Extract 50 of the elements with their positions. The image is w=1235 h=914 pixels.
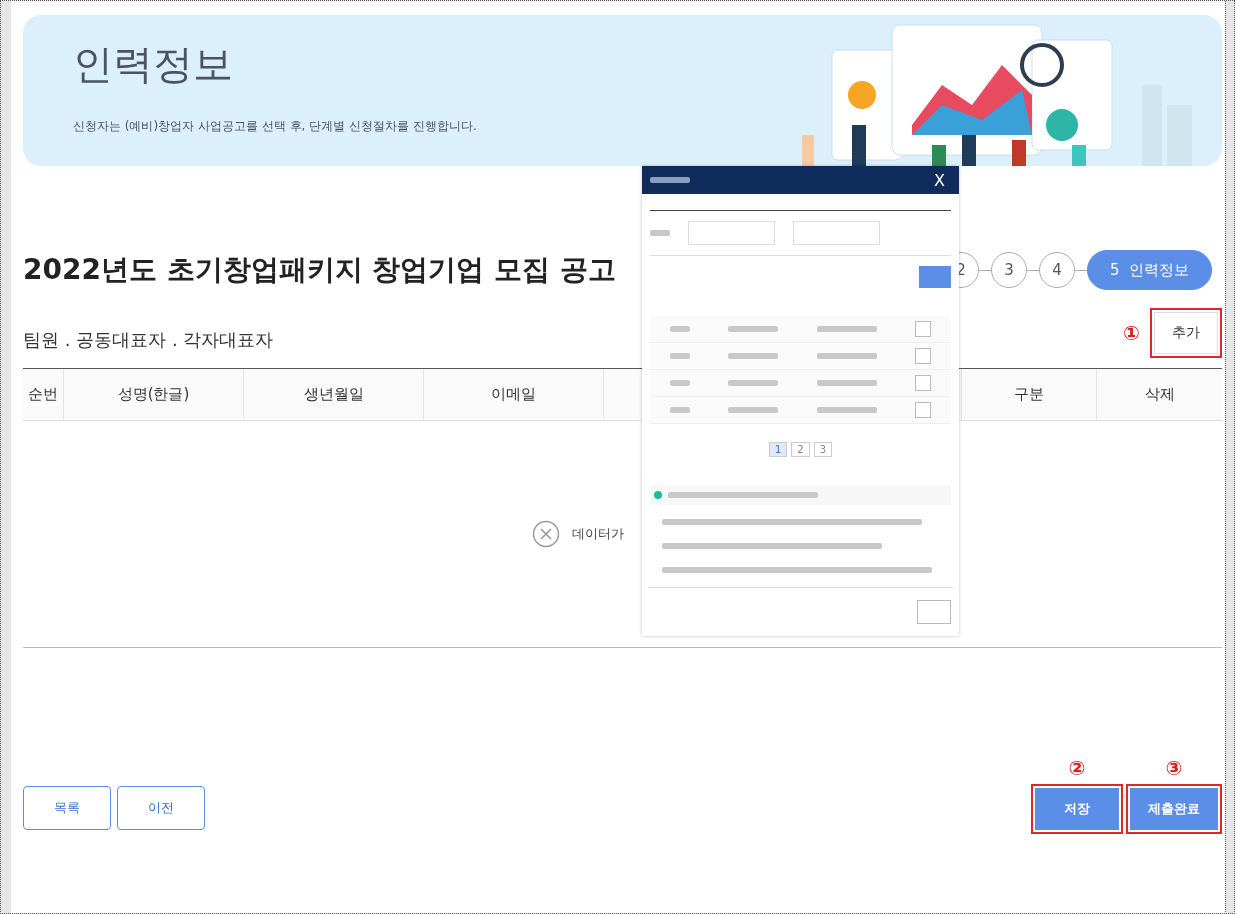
add-button[interactable]: 추가 — [1154, 312, 1218, 354]
step-marker: ① — [1123, 321, 1140, 345]
blurred-text — [816, 407, 877, 413]
empty-message: 데이터가 — [571, 525, 624, 543]
select-button[interactable] — [915, 321, 931, 337]
page-button[interactable]: 1 — [768, 442, 788, 457]
column-header: 성명(한글) — [64, 369, 244, 420]
nav-button[interactable]: 이전 — [117, 786, 205, 830]
blurred-text — [670, 353, 690, 359]
action-button[interactable]: 제출완료 — [1130, 788, 1218, 830]
blurred-title — [650, 177, 690, 183]
action-button[interactable]: 저장 — [1035, 788, 1119, 830]
blurred-text — [670, 380, 690, 386]
blurred-text — [816, 380, 877, 386]
search-button[interactable] — [919, 266, 951, 288]
blurred-text — [728, 380, 779, 386]
step-marker: ② — [1068, 756, 1086, 780]
select-button[interactable] — [915, 402, 931, 418]
input-field[interactable] — [793, 221, 880, 245]
announcement-title: 2022년도 초기창업패키지 창업기업 모집 공고 — [23, 252, 616, 288]
blurred-text — [816, 326, 877, 332]
input-field[interactable] — [688, 221, 775, 245]
select-button[interactable] — [915, 348, 931, 364]
close-circle-icon — [531, 520, 560, 548]
step-indicator: 4 — [1038, 252, 1075, 288]
select-button[interactable] — [915, 375, 931, 391]
blurred-text — [728, 407, 779, 413]
info-icon — [654, 491, 662, 499]
page-button[interactable]: 2 — [791, 442, 810, 457]
page-title: 인력정보 — [73, 40, 234, 89]
column-header: 구분 — [962, 369, 1097, 420]
blurred-label — [650, 230, 670, 236]
section-title: 팀원 . 공동대표자 . 각자대표자 — [23, 328, 274, 352]
blurred-text — [728, 353, 779, 359]
close-button[interactable] — [917, 600, 951, 624]
blurred-text — [670, 407, 690, 413]
nav-button[interactable]: 목록 — [23, 786, 111, 830]
column-header: 이메일 — [424, 369, 604, 420]
column-header: 순번 — [23, 369, 64, 420]
step-indicator: 3 — [990, 252, 1027, 288]
column-header: 삭제 — [1143, 384, 1176, 405]
blurred-text — [728, 326, 779, 332]
close-button[interactable]: X — [928, 169, 951, 191]
step-indicator: 5 인력정보 — [1086, 250, 1212, 290]
step-marker: ③ — [1165, 756, 1183, 780]
column-header: 생년월일 — [244, 369, 424, 420]
blurred-text — [670, 326, 690, 332]
blurred-text — [816, 353, 877, 359]
page-subtitle: 신청자는 (예비)창업자 사업공고를 선택 후, 단계별 신청절차를 진행합니다. — [73, 118, 477, 135]
page-button[interactable]: 3 — [813, 442, 833, 457]
